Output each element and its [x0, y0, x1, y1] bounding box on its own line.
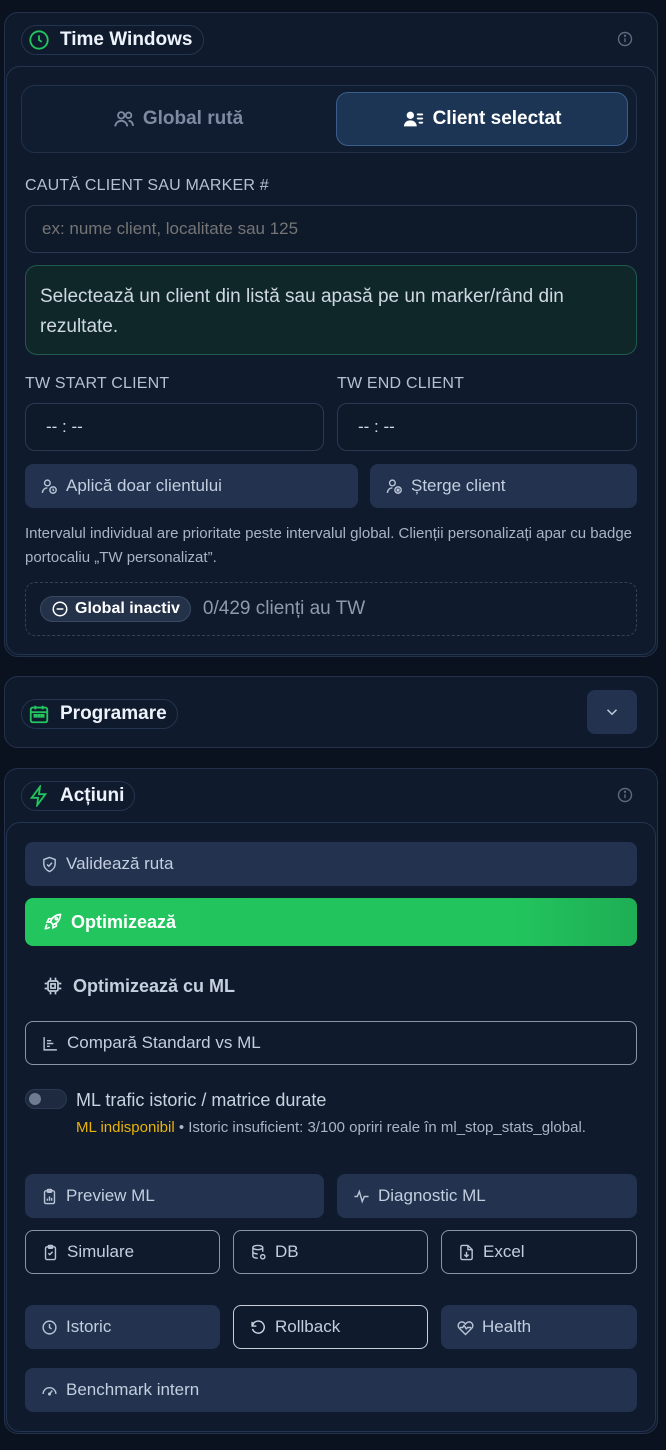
heart-pulse-icon — [457, 1320, 474, 1335]
rollback-button[interactable]: Rollback — [233, 1305, 428, 1349]
calendar-icon — [29, 705, 49, 724]
apply-client-button[interactable]: Aplică doar clientului — [25, 464, 358, 508]
simulare-button[interactable]: Simulare — [25, 1230, 220, 1274]
db-button[interactable]: DB — [233, 1230, 428, 1274]
preview-ml-label: Preview ML — [66, 1186, 155, 1205]
history-clock-icon — [42, 1319, 57, 1335]
optimize-ml-button[interactable]: Optimizează cu ML — [25, 962, 637, 1010]
optimize-label: Optimizează — [71, 911, 177, 932]
validate-route-label: Validează ruta — [66, 854, 174, 873]
tab-client-label: Client selectat — [432, 108, 562, 129]
delete-client-label: Șterge client — [411, 476, 506, 495]
clipboard-chart-icon — [43, 1188, 56, 1204]
ml-traffic-toggle[interactable] — [25, 1089, 67, 1109]
apply-client-label: Aplică doar clientului — [66, 476, 222, 495]
optimize-ml-label: Optimizează cu ML — [73, 975, 236, 996]
tab-client-selectat[interactable]: Client selectat — [336, 92, 628, 146]
clock-icon — [29, 30, 49, 50]
tw-end-value: -- : -- — [358, 417, 395, 436]
file-download-icon — [460, 1244, 473, 1260]
istoric-button[interactable]: Istoric — [25, 1305, 220, 1349]
ml-unavailable-label: ML indisponibil — [76, 1119, 175, 1136]
chevron-down-icon — [606, 709, 618, 716]
user-list-icon — [403, 111, 423, 127]
time-windows-header[interactable]: Time Windows — [5, 13, 657, 65]
excel-label: Excel — [483, 1242, 525, 1261]
tab-global-label: Global rută — [142, 108, 244, 129]
shield-check-icon — [43, 856, 56, 872]
global-status-badge: Global inactiv — [40, 596, 191, 622]
time-windows-title-pill: Time Windows — [21, 25, 204, 55]
optimize-button[interactable]: Optimizează — [25, 898, 637, 946]
benchmark-label: Benchmark intern — [66, 1380, 200, 1399]
programare-expand-button[interactable] — [587, 690, 637, 734]
rotate-ccw-icon — [251, 1319, 265, 1334]
priority-note: Intervalul individual are prioritate pes… — [25, 525, 633, 566]
tab-global-ruta[interactable]: Global rută — [28, 92, 328, 146]
tw-end-input[interactable]: -- : -- — [337, 403, 637, 451]
compare-label: Compară Standard vs ML — [67, 1033, 261, 1052]
benchmark-button[interactable]: Benchmark intern — [25, 1368, 637, 1412]
client-search-input[interactable] — [25, 205, 637, 253]
health-label: Health — [482, 1317, 532, 1336]
rocket-icon — [44, 913, 62, 930]
info-icon[interactable] — [617, 787, 633, 803]
search-label: CAUTĂ CLIENT SAU MARKER # — [25, 177, 269, 194]
programare-title: Programare — [60, 703, 167, 724]
simulare-label: Simulare — [67, 1242, 135, 1261]
database-icon — [252, 1244, 266, 1260]
rollback-label: Rollback — [275, 1317, 341, 1336]
programare-title-pill: Programare — [21, 699, 178, 729]
tw-start-input[interactable]: -- : -- — [25, 403, 324, 451]
preview-ml-button[interactable]: Preview ML — [25, 1174, 324, 1218]
ml-status-line: ML indisponibil • Istoric insuficient: 3… — [76, 1119, 586, 1136]
users-icon — [114, 111, 134, 127]
lightning-icon — [29, 785, 48, 807]
actiuni-title-pill: Acțiuni — [21, 781, 136, 811]
user-x-icon — [386, 478, 402, 494]
tw-client-count: 0/429 clienți au TW — [202, 598, 366, 619]
toggle-knob — [29, 1093, 41, 1105]
validate-route-button[interactable]: Validează ruta — [25, 842, 637, 886]
tw-start-value: -- : -- — [46, 417, 83, 436]
tw-start-label: TW START CLIENT — [25, 375, 170, 392]
db-label: DB — [275, 1242, 299, 1261]
ml-toggle-label: ML trafic istoric / matrice durate — [76, 1090, 327, 1110]
ml-reason: • Istoric insuficient: 3/100 opriri real… — [174, 1119, 586, 1136]
diagnostic-ml-label: Diagnostic ML — [378, 1186, 486, 1205]
actiuni-title: Acțiuni — [60, 785, 125, 806]
actiuni-header[interactable]: Acțiuni — [5, 769, 657, 821]
istoric-label: Istoric — [66, 1317, 112, 1336]
tw-end-label: TW END CLIENT — [337, 375, 465, 392]
minus-circle-icon — [52, 601, 68, 617]
excel-button[interactable]: Excel — [441, 1230, 637, 1274]
global-status-label: Global inactiv — [75, 600, 180, 617]
clipboard-check-icon — [44, 1244, 57, 1260]
scope-toggle: Global rută Client selectat — [21, 85, 637, 153]
diagnostic-ml-button[interactable]: Diagnostic ML — [337, 1174, 637, 1218]
health-button[interactable]: Health — [441, 1305, 637, 1349]
cpu-icon — [44, 977, 62, 995]
programare-panel[interactable]: Programare — [4, 676, 658, 748]
compare-bars-icon — [43, 1036, 57, 1051]
gauge-icon — [42, 1386, 57, 1396]
time-windows-title: Time Windows — [60, 29, 193, 50]
info-icon[interactable] — [617, 31, 633, 47]
compare-button[interactable]: Compară Standard vs ML — [25, 1021, 637, 1065]
user-clock-icon — [41, 478, 57, 494]
tw-status-bar: Global inactiv 0/429 clienți au TW — [25, 582, 637, 636]
selection-hint: Selectează un client din listă sau apasă… — [25, 265, 637, 355]
activity-icon — [354, 1188, 369, 1204]
delete-client-button[interactable]: Șterge client — [370, 464, 637, 508]
